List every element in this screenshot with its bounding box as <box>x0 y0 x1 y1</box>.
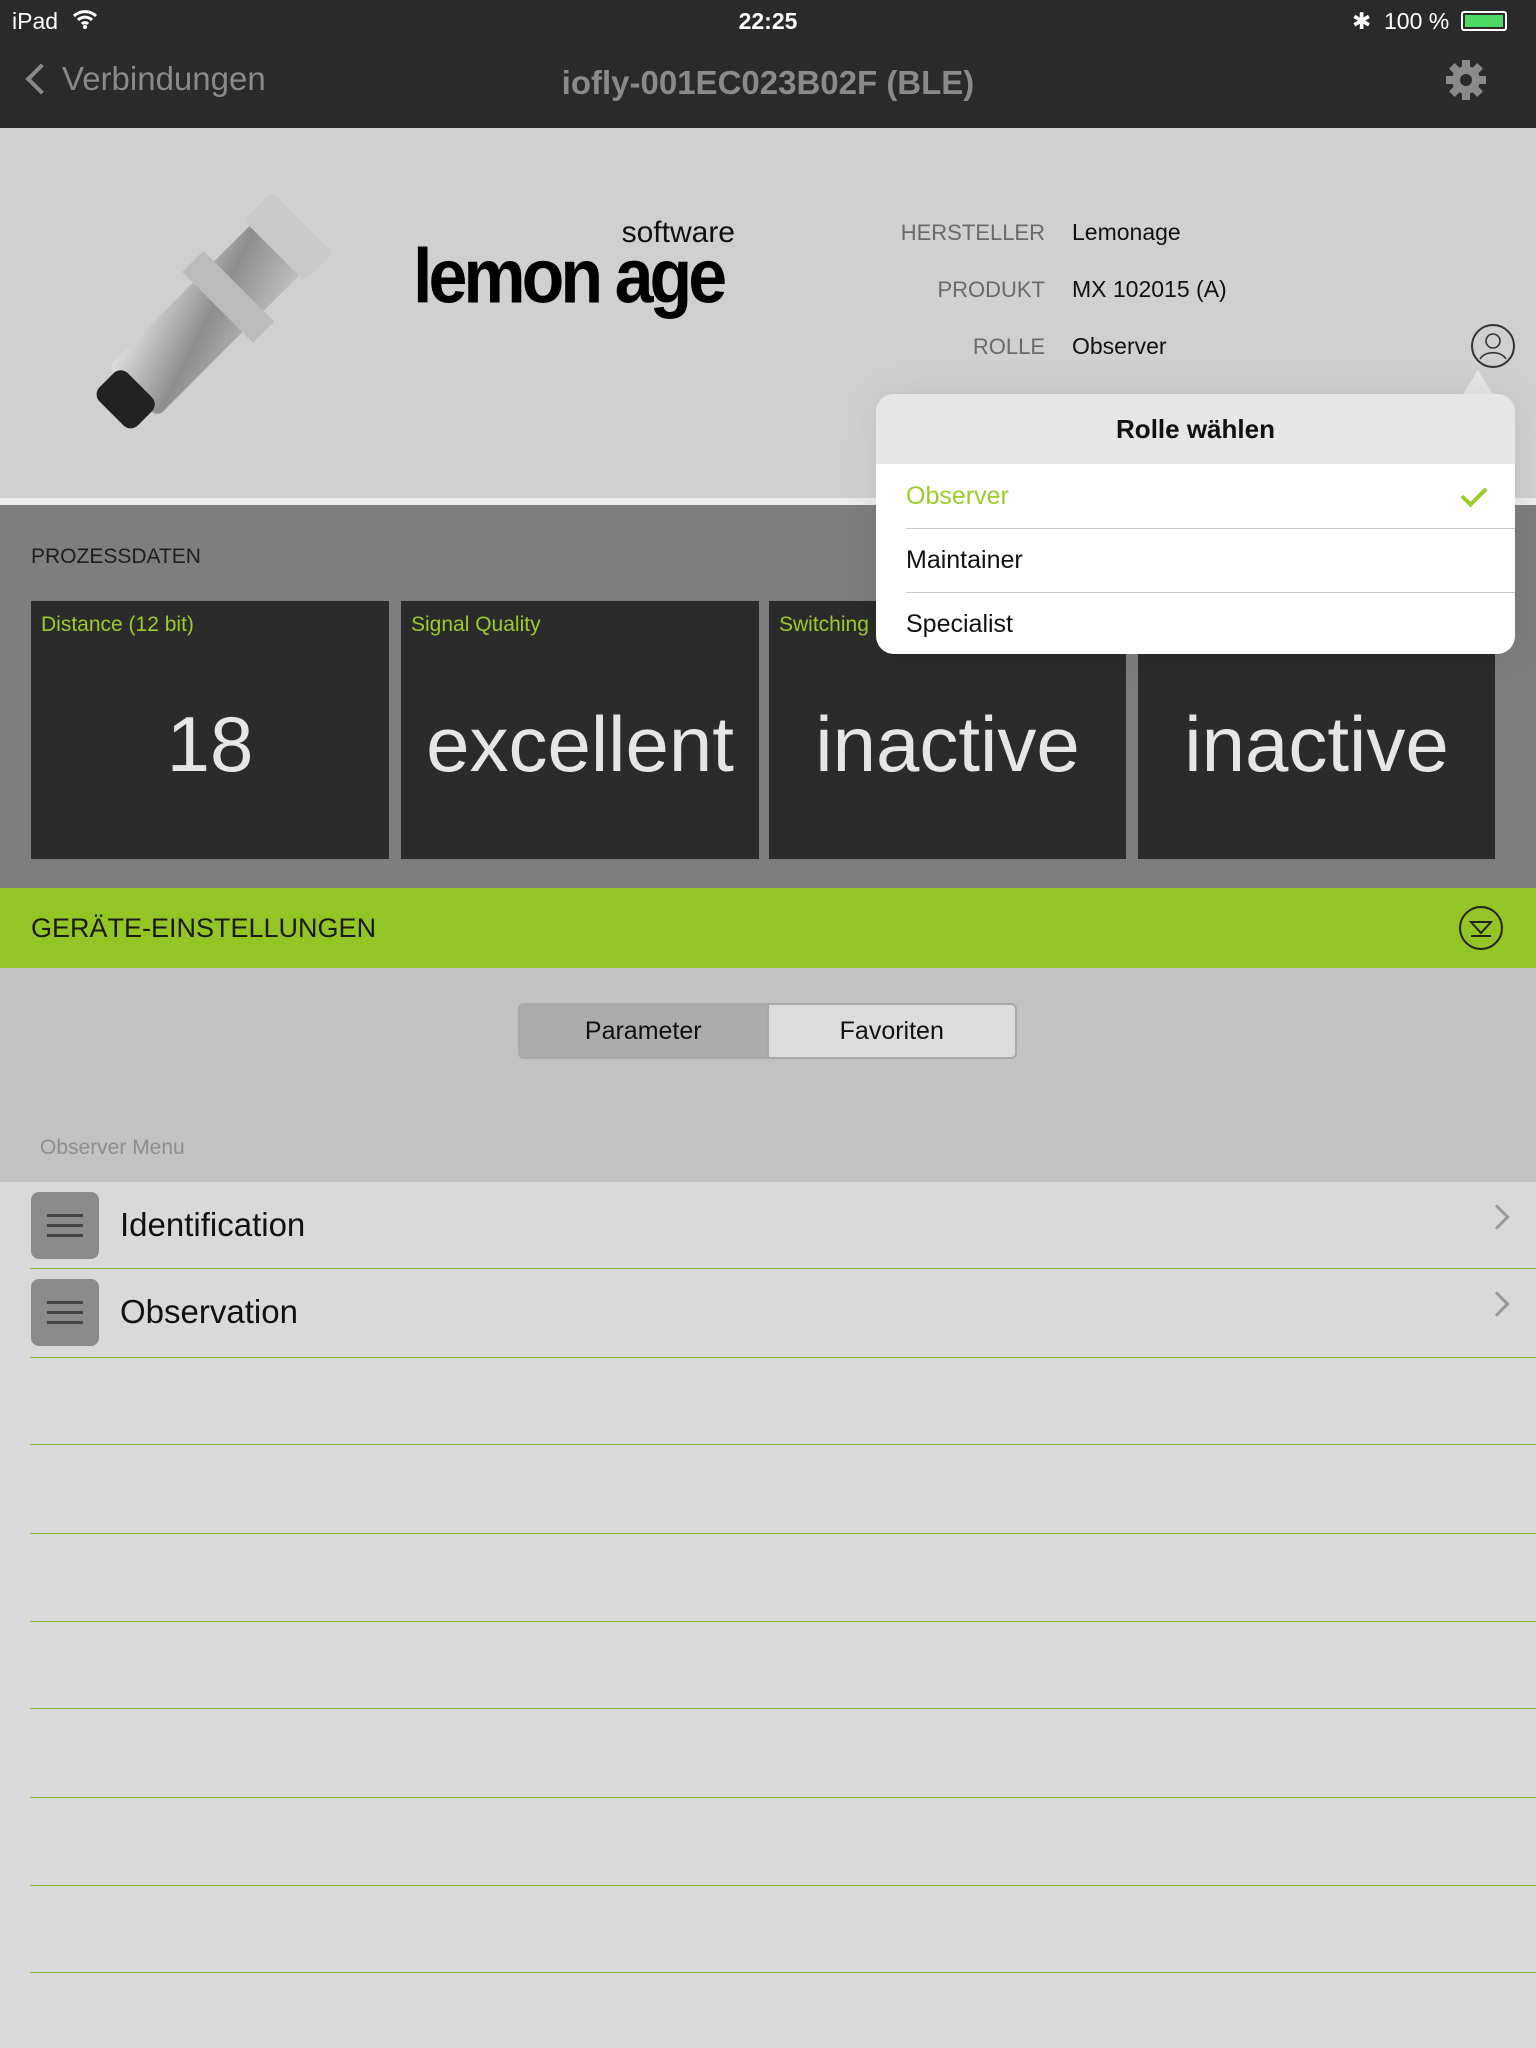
row-divider <box>30 1797 1536 1798</box>
row-divider <box>30 1533 1536 1534</box>
role-value: Observer <box>1072 333 1167 359</box>
popover-arrow <box>1462 370 1494 396</box>
row-divider <box>30 1621 1536 1622</box>
popover-title: Rolle wählen <box>876 394 1515 464</box>
role-option-specialist[interactable]: Specialist <box>876 592 1515 654</box>
row-divider <box>30 1885 1536 1886</box>
manufacturer-value: Lemonage <box>1072 219 1181 245</box>
list-item-label: Observation <box>120 1293 298 1330</box>
logo-text: lemon age <box>413 233 727 319</box>
product-value: MX 102015 (A) <box>1072 276 1227 302</box>
process-tile: Distance (12 bit) 18 <box>31 601 389 859</box>
list-item-label: Identification <box>120 1206 306 1243</box>
segment-favoriten[interactable]: Favoriten <box>766 1005 1015 1057</box>
tile-value: inactive <box>1184 700 1449 788</box>
tile-value: 18 <box>166 700 254 788</box>
role-option-observer[interactable]: Observer <box>876 464 1515 528</box>
settings-header[interactable]: GERÄTE-EINSTELLUNGEN <box>0 888 1536 968</box>
tile-title: Distance (12 bit) <box>41 613 194 636</box>
role-label: ROLLE <box>972 334 1045 359</box>
collapse-icon[interactable] <box>1458 905 1504 956</box>
segmented-control: Parameter Favoriten <box>518 1003 1017 1059</box>
tile-value: excellent <box>426 700 734 788</box>
option-label: Maintainer <box>906 546 1023 574</box>
role-popover: Rolle wählen Observer Maintainer Special… <box>876 394 1515 654</box>
option-label: Specialist <box>906 610 1013 638</box>
menu-icon <box>31 1279 99 1346</box>
clock: 22:25 <box>738 8 798 34</box>
segment-parameter[interactable]: Parameter <box>520 1005 767 1057</box>
battery-icon <box>1461 11 1507 31</box>
option-label: Observer <box>906 482 1009 510</box>
chevron-right-icon <box>1484 1204 1510 1230</box>
process-data-title: PROZESSDATEN <box>31 545 201 568</box>
process-tile: Signal Quality excellent <box>401 601 759 859</box>
manufacturer-label: HERSTELLER <box>900 220 1045 245</box>
row-divider <box>30 1708 1536 1709</box>
tile-value: inactive <box>815 700 1080 788</box>
page-title: iofly-001EC023B02F (BLE) <box>561 64 975 101</box>
checkmark-icon <box>1460 480 1488 508</box>
product-label: PRODUKT <box>937 277 1045 302</box>
battery-percent: 100 % <box>1384 8 1450 34</box>
row-divider <box>30 1357 1536 1358</box>
settings-area: Observer Menu <box>0 968 1536 1182</box>
user-role-icon[interactable] <box>1470 323 1516 374</box>
sensor-product-image <box>96 194 331 429</box>
top-bar: iPad 22:25 ✱ 100 % Verbindungen iofly-00… <box>0 0 1536 128</box>
menu-icon <box>31 1192 99 1259</box>
row-divider <box>30 1972 1536 1973</box>
menu-section-title: Observer Menu <box>40 1136 185 1159</box>
list-item[interactable]: Identification <box>0 1182 1536 1270</box>
settings-title: GERÄTE-EINSTELLUNGEN <box>31 913 377 943</box>
role-option-maintainer[interactable]: Maintainer <box>876 528 1515 592</box>
bluetooth-icon: ✱ <box>1352 8 1372 34</box>
chevron-right-icon <box>1484 1291 1510 1317</box>
row-divider <box>30 1444 1536 1445</box>
tile-title: Signal Quality <box>411 613 541 636</box>
list-item[interactable]: Observation <box>0 1269 1536 1357</box>
row-divider <box>30 1268 1536 1269</box>
gear-icon[interactable] <box>1444 58 1488 107</box>
lemonage-logo: software lemon age <box>413 218 735 319</box>
tile-title: Switching <box>779 613 869 636</box>
